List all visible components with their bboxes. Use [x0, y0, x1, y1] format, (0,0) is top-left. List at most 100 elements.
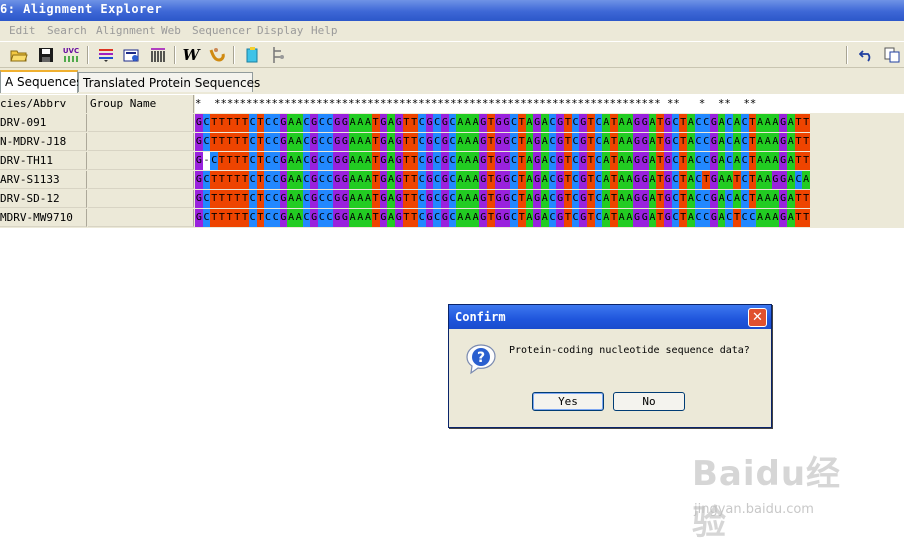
base-cell[interactable]: A: [348, 152, 357, 170]
base-cell[interactable]: C: [318, 114, 326, 132]
base-cell[interactable]: C: [248, 209, 257, 227]
base-cell[interactable]: C: [702, 190, 711, 208]
yes-button[interactable]: Yes: [532, 392, 604, 411]
base-cell[interactable]: C: [448, 209, 457, 227]
base-cell[interactable]: A: [464, 171, 472, 189]
base-cell[interactable]: T: [656, 190, 664, 208]
base-cell[interactable]: C: [271, 133, 280, 151]
base-cell[interactable]: A: [364, 190, 372, 208]
base-cell[interactable]: G: [341, 171, 349, 189]
base-cell[interactable]: A: [648, 190, 657, 208]
base-cell[interactable]: A: [456, 209, 465, 227]
base-cell[interactable]: T: [225, 114, 234, 132]
base-cell[interactable]: G: [771, 171, 780, 189]
base-cell[interactable]: A: [733, 133, 741, 151]
base-cell[interactable]: T: [610, 152, 618, 170]
base-cell[interactable]: A: [356, 209, 365, 227]
base-cell[interactable]: G: [333, 171, 342, 189]
tab-translated-protein[interactable]: Translated Protein Sequences: [78, 72, 260, 92]
base-cell[interactable]: T: [410, 114, 418, 132]
base-cell[interactable]: C: [510, 152, 518, 170]
base-cell[interactable]: C: [202, 209, 211, 227]
base-cell[interactable]: A: [717, 190, 726, 208]
base-cell[interactable]: C: [571, 171, 580, 189]
base-cell[interactable]: G: [779, 190, 787, 208]
base-cell[interactable]: A: [625, 209, 634, 227]
base-cell[interactable]: T: [610, 114, 618, 132]
base-cell[interactable]: C: [571, 114, 580, 132]
base-cell[interactable]: T: [233, 171, 242, 189]
base-cell[interactable]: G: [310, 152, 318, 170]
base-cell[interactable]: C: [202, 190, 211, 208]
base-cell[interactable]: C: [671, 133, 680, 151]
table-row[interactable]: MDRV-MW9710 G C T T T T T C T C C G A A C G C C G G A A A T G A G T T…: [0, 209, 904, 228]
base-cell[interactable]: C: [271, 114, 280, 132]
species-name[interactable]: N-MDRV-J18: [0, 133, 87, 151]
uvc-icon[interactable]: UVC: [61, 45, 81, 65]
base-cell[interactable]: A: [717, 133, 726, 151]
base-cell[interactable]: A: [687, 133, 695, 151]
base-cell[interactable]: T: [748, 133, 757, 151]
base-cell[interactable]: C: [248, 171, 257, 189]
base-cell[interactable]: T: [371, 171, 380, 189]
base-cell[interactable]: G: [425, 171, 434, 189]
base-cell[interactable]: A: [287, 114, 295, 132]
base-cell[interactable]: A: [540, 114, 549, 132]
menu-display[interactable]: Display: [257, 24, 303, 37]
align-settings-icon[interactable]: [122, 45, 142, 65]
base-cell[interactable]: T: [564, 171, 572, 189]
base-cell[interactable]: A: [786, 152, 795, 170]
sequence-cells[interactable]: G-CTTTTCTCCGAACGCCGGAAATGAGTTCGCGCAAAGTG…: [195, 152, 810, 170]
base-cell[interactable]: A: [464, 152, 472, 170]
base-cell[interactable]: G: [379, 133, 388, 151]
base-cell[interactable]: G: [195, 190, 203, 208]
base-cell[interactable]: A: [763, 114, 772, 132]
base-cell[interactable]: A: [771, 133, 780, 151]
base-cell[interactable]: G: [425, 190, 434, 208]
base-cell[interactable]: T: [587, 209, 595, 227]
base-cell[interactable]: G: [279, 190, 288, 208]
menu-web[interactable]: Web: [161, 24, 181, 37]
base-cell[interactable]: T: [256, 152, 265, 170]
base-cell[interactable]: G: [502, 152, 511, 170]
base-cell[interactable]: T: [656, 133, 664, 151]
base-cell[interactable]: G: [579, 114, 588, 132]
base-cell[interactable]: G: [195, 114, 203, 132]
table-row[interactable]: N-MDRV-J18 G C T T T T T C T C C G A A C G C C G G A A A T G A G T T C…: [0, 133, 904, 152]
base-cell[interactable]: A: [540, 209, 549, 227]
base-cell[interactable]: A: [717, 152, 726, 170]
base-cell[interactable]: T: [410, 152, 418, 170]
base-cell[interactable]: T: [241, 209, 249, 227]
base-cell[interactable]: C: [264, 114, 272, 132]
base-cell[interactable]: T: [256, 133, 265, 151]
base-cell[interactable]: A: [294, 114, 303, 132]
base-cell[interactable]: C: [433, 190, 441, 208]
base-cell[interactable]: A: [387, 171, 395, 189]
base-cell[interactable]: G: [494, 190, 503, 208]
base-cell[interactable]: T: [402, 209, 411, 227]
base-cell[interactable]: G: [494, 171, 503, 189]
base-cell[interactable]: A: [348, 114, 357, 132]
base-cell[interactable]: A: [802, 171, 810, 189]
base-cell[interactable]: G: [441, 209, 449, 227]
base-cell[interactable]: G: [502, 133, 511, 151]
base-cell[interactable]: G: [494, 114, 503, 132]
base-cell[interactable]: T: [748, 190, 757, 208]
base-cell[interactable]: A: [356, 152, 365, 170]
base-cell[interactable]: A: [625, 114, 634, 132]
base-cell[interactable]: A: [763, 133, 772, 151]
base-cell[interactable]: T: [517, 133, 526, 151]
base-cell[interactable]: T: [487, 133, 495, 151]
base-cell[interactable]: T: [748, 114, 757, 132]
table-row[interactable]: DRV-SD-12 G C T T T T T C T C C G A A C G C C G G A A A T G A G T T C G…: [0, 190, 904, 209]
base-cell[interactable]: T: [517, 209, 526, 227]
base-cell[interactable]: G: [394, 209, 403, 227]
base-cell[interactable]: C: [694, 133, 703, 151]
base-cell[interactable]: A: [287, 152, 295, 170]
base-cell[interactable]: T: [371, 133, 380, 151]
base-cell[interactable]: G: [379, 171, 388, 189]
base-cell[interactable]: G: [663, 133, 672, 151]
base-cell[interactable]: A: [771, 209, 780, 227]
base-cell[interactable]: G: [663, 152, 672, 170]
base-cell[interactable]: G: [556, 171, 564, 189]
